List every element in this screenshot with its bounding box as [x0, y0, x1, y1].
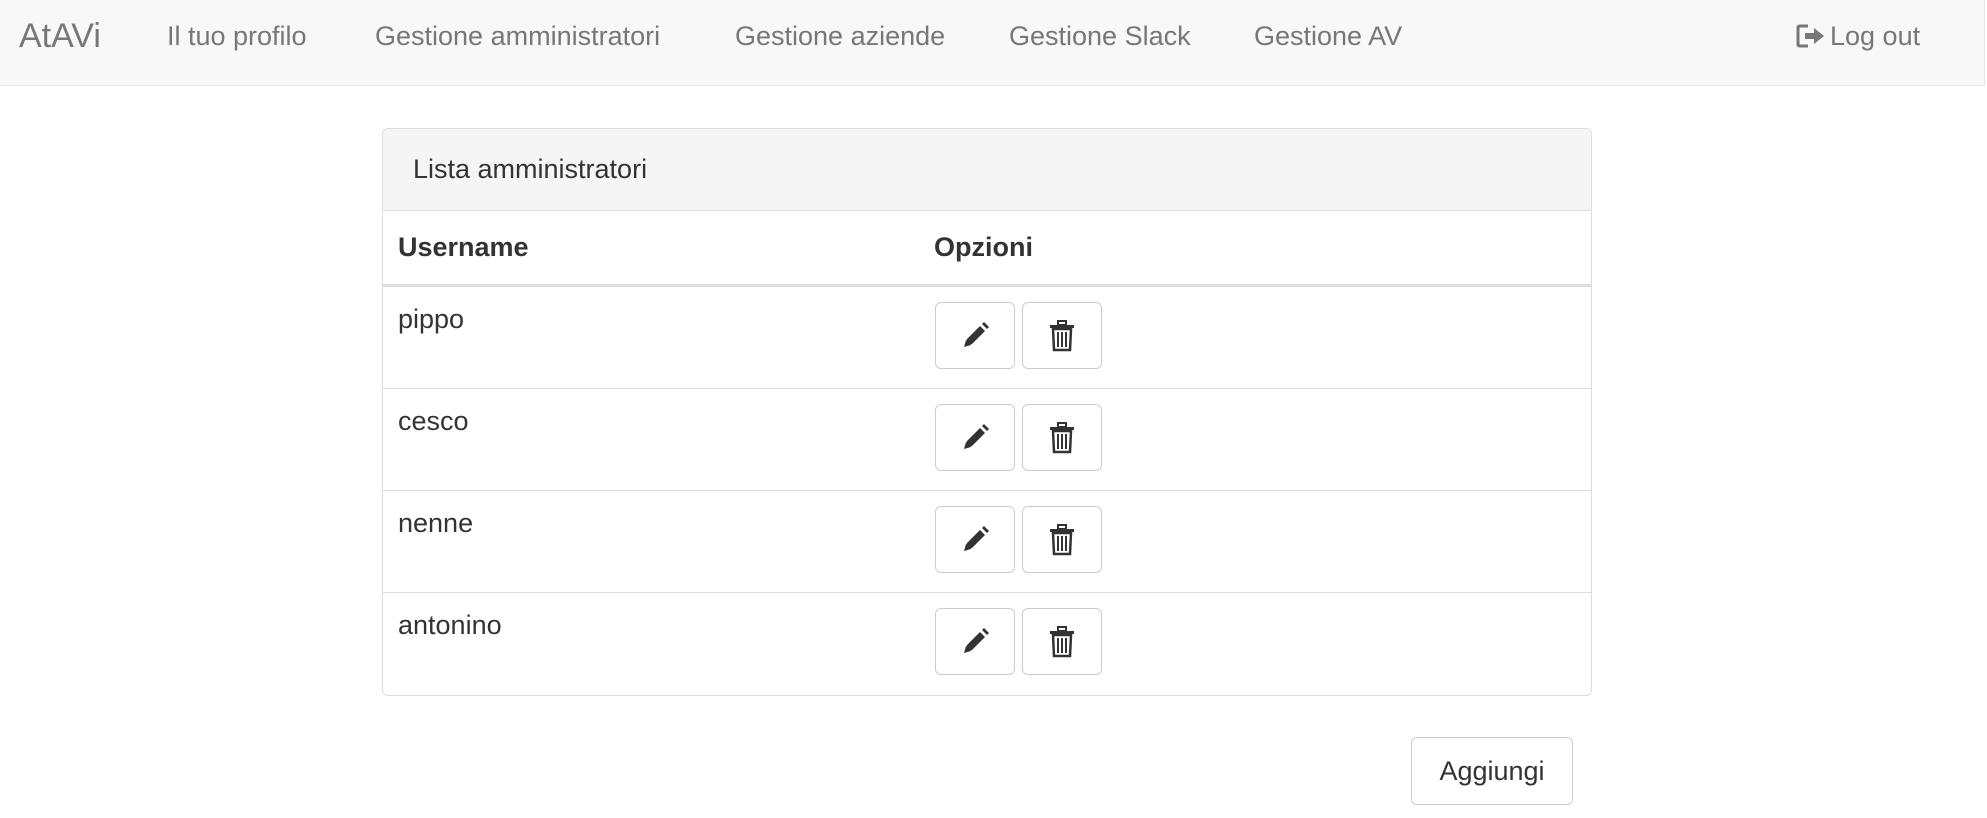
nav-link-av[interactable]: Gestione AV — [1254, 20, 1402, 52]
logout-label: Log out — [1830, 21, 1921, 51]
username-cell: antonino — [398, 610, 502, 640]
delete-button[interactable] — [1022, 404, 1102, 471]
nav-link-profilo[interactable]: Il tuo profilo — [167, 20, 307, 52]
trash-icon — [1048, 523, 1076, 556]
column-header-options: Opzioni — [934, 232, 1033, 262]
nav-link-aziende[interactable]: Gestione aziende — [735, 20, 945, 52]
edit-button[interactable] — [935, 404, 1015, 471]
nav-link-slack[interactable]: Gestione Slack — [1009, 20, 1191, 52]
table-row: nenne — [383, 491, 1591, 593]
edit-button[interactable] — [935, 506, 1015, 573]
username-cell: cesco — [398, 406, 469, 436]
table-row: pippo — [383, 287, 1591, 389]
column-header-username: Username — [398, 232, 529, 262]
delete-button[interactable] — [1022, 302, 1102, 369]
pencil-icon — [960, 525, 990, 555]
top-navbar: AtAVi Il tuo profilo Gestione amministra… — [0, 0, 1985, 86]
edit-button[interactable] — [935, 608, 1015, 675]
admin-list-panel: Lista amministratori Username Opzioni pi… — [382, 128, 1592, 696]
log-out-icon — [1796, 24, 1824, 48]
pencil-icon — [960, 423, 990, 453]
delete-button[interactable] — [1022, 506, 1102, 573]
table-header: Username Opzioni — [383, 211, 1591, 287]
trash-icon — [1048, 319, 1076, 352]
pencil-icon — [960, 627, 990, 657]
add-button[interactable]: Aggiungi — [1411, 737, 1573, 805]
table-row: cesco — [383, 389, 1591, 491]
trash-icon — [1048, 421, 1076, 454]
nav-link-amministratori[interactable]: Gestione amministratori — [375, 20, 660, 52]
pencil-icon — [960, 321, 990, 351]
logout-link[interactable]: Log out — [1796, 20, 1920, 52]
trash-icon — [1048, 625, 1076, 658]
username-cell: pippo — [398, 304, 465, 334]
brand-logo[interactable]: AtAVi — [19, 16, 101, 56]
panel-title: Lista amministratori — [383, 129, 1591, 211]
delete-button[interactable] — [1022, 608, 1102, 675]
table-row: antonino — [383, 593, 1591, 695]
username-cell: nenne — [398, 508, 474, 538]
table-body: pippo cesco nenne antonino — [383, 287, 1591, 695]
edit-button[interactable] — [935, 302, 1015, 369]
